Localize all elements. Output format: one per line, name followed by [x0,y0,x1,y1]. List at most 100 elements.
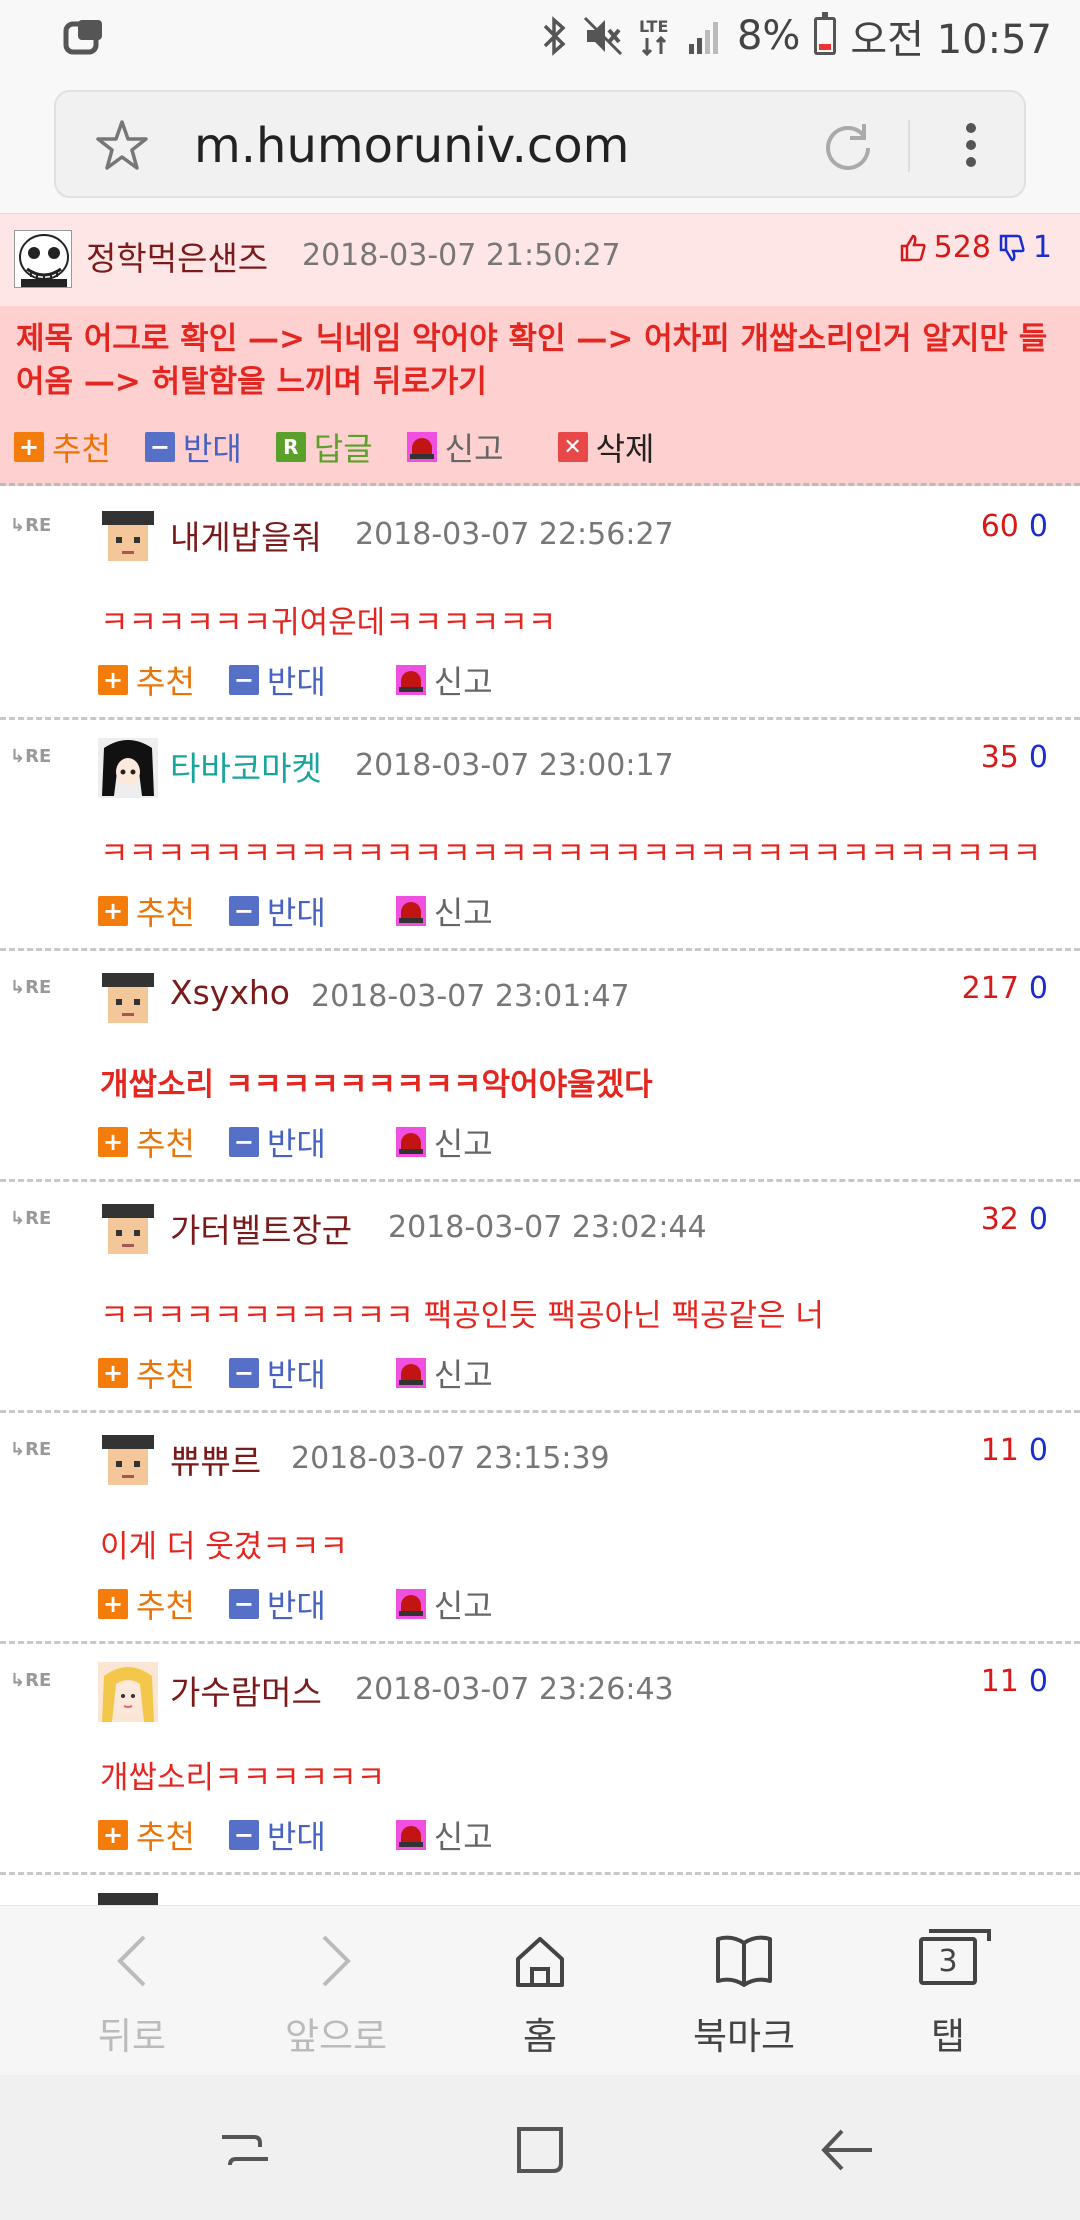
system-nav-bar [0,2075,1080,2220]
post-date: 2018-03-07 21:50:27 [302,238,621,273]
recommend-button[interactable]: + 추천 [14,424,111,470]
recent-apps-icon[interactable] [210,2115,280,2185]
recommend-button[interactable]: + 추천 [98,1581,195,1627]
comment-votes: 60 0 [980,509,1048,544]
comment-actions: + 추천 − 반대 신고 [98,657,527,703]
plus-icon: + [98,1127,128,1157]
post-votes: 528 1 [898,230,1052,265]
comment-avatar[interactable] [98,1200,158,1260]
thumbs-up-icon[interactable] [898,233,928,263]
nav-home-button[interactable]: 홈 [470,1926,610,2060]
post-body: 제목 어그로 확인 —> 닉네임 악어야 확인 —> 어차피 개쌉소리인거 알지… [0,306,1080,486]
home-square-icon[interactable] [505,2115,575,2185]
home-icon [470,1926,610,1996]
report-button[interactable]: 신고 [395,1812,493,1858]
bookmark-star-icon[interactable] [92,116,152,176]
comment-item: ↳RE 타바코마켓 2018-03-07 23:00:17 35 0 ㅋㅋㅋㅋㅋㅋ… [0,720,1080,951]
recommend-button[interactable]: + 추천 [98,657,195,703]
comment-author[interactable]: 내게밥을줘 [170,511,322,559]
comment-votes: 11 0 [980,1664,1048,1699]
mute-icon [583,16,623,56]
battery-icon [814,12,837,55]
comment-author[interactable]: 쀼쀼르 [170,1435,261,1483]
recommend-button[interactable]: + 추천 [98,1350,195,1396]
comment-votes: 11 0 [980,1433,1048,1468]
comment-avatar[interactable] [98,1662,158,1722]
report-button[interactable]: 신고 [395,1581,493,1627]
delete-button[interactable]: ✕ 삭제 [557,424,654,470]
bluetooth-icon [541,16,569,56]
siren-icon [395,1820,426,1850]
siren-icon [395,1358,426,1388]
comment-avatar[interactable] [98,507,158,567]
comment-author[interactable]: 가수람머스 [170,1666,322,1714]
post-header: 정학먹은샌즈 2018-03-07 21:50:27 528 1 [0,214,1080,306]
report-button[interactable]: 신고 [406,424,504,470]
chevron-left-icon [62,1926,202,1996]
minus-icon: − [228,1589,259,1619]
comment-author[interactable]: Xsyxho [170,973,290,1012]
nav-back-button[interactable]: 뒤로 [62,1926,202,2060]
svg-text:LTE: LTE [639,17,668,36]
oppose-button[interactable]: − 반대 [228,1581,326,1627]
comment-date: 2018-03-07 22:56:27 [355,517,674,552]
recommend-button[interactable]: + 추천 [98,1812,195,1858]
reply-button[interactable]: R 답글 [275,424,373,470]
nav-bookmarks-button[interactable]: 북마크 [674,1926,814,2060]
comment-actions: + 추천 − 반대 신고 [98,888,527,934]
nav-forward-button[interactable]: 앞으로 [266,1926,406,2060]
siren-icon [395,665,426,695]
close-icon: ✕ [557,432,588,462]
post-author[interactable]: 정학먹은샌즈 [86,232,268,280]
minus-icon: − [144,432,175,462]
comment-avatar[interactable] [98,1431,158,1491]
siren-icon [395,1127,426,1157]
url-text[interactable]: m.humoruniv.com [194,116,629,176]
recommend-button[interactable]: + 추천 [98,888,195,934]
comment-actions: + 추천 − 반대 신고 [98,1581,527,1627]
report-button[interactable]: 신고 [395,1119,493,1165]
oppose-button[interactable]: − 반대 [144,424,242,470]
battery-percent: 8% [736,13,801,59]
comment-date: 2018-03-07 23:00:17 [355,748,674,783]
address-bar[interactable]: m.humoruniv.com [54,90,1026,198]
post-author-avatar[interactable] [14,230,72,288]
reply-arrow-icon: ↳RE [10,515,52,536]
back-arrow-icon[interactable] [812,2115,882,2185]
comment-item: ↳RE Xsyxho 2018-03-07 23:01:47 217 0 개쌉소리… [0,951,1080,1182]
plus-icon: + [98,1820,128,1850]
comment-text: 이게 더 웃겼ㅋㅋㅋ [100,1529,348,1565]
browser-toolbar: m.humoruniv.com [0,72,1080,214]
oppose-button[interactable]: − 반대 [228,1812,326,1858]
report-button[interactable]: 신고 [395,888,493,934]
siren-icon [395,1589,426,1619]
oppose-button[interactable]: − 반대 [228,1350,326,1396]
comment-avatar[interactable] [98,969,158,1029]
app-notification-icon [62,18,106,58]
post-actions: + 추천 − 반대 R 답글 신고 ✕ 삭제 [14,424,688,470]
comment-item-partial [0,1875,1080,1905]
post-text: 제목 어그로 확인 —> 닉네임 악어야 확인 —> 어차피 개쌉소리인거 알지… [16,321,1048,400]
oppose-button[interactable]: − 반대 [228,657,326,703]
tabs-icon: 3 [878,1926,1018,1996]
reply-arrow-icon: ↳RE [10,746,52,767]
comment-author[interactable]: 타바코마켓 [170,742,322,790]
comment-item: ↳RE 가터벨트장군 2018-03-07 23:02:44 32 0 ㅋㅋㅋㅋㅋ… [0,1182,1080,1413]
report-button[interactable]: 신고 [395,1350,493,1396]
reload-icon[interactable] [818,116,878,176]
comment-date: 2018-03-07 23:02:44 [388,1210,707,1245]
oppose-button[interactable]: − 반대 [228,1119,326,1165]
minus-icon: − [228,1358,259,1388]
oppose-button[interactable]: − 반대 [228,888,326,934]
report-button[interactable]: 신고 [395,657,493,703]
comment-avatar[interactable] [98,738,158,798]
post-down-count: 1 [1032,230,1052,265]
book-icon [674,1926,814,1996]
thumbs-down-icon[interactable] [997,233,1027,263]
comment-text: ㅋㅋㅋㅋㅋㅋ귀여운데ㅋㅋㅋㅋㅋㅋ [100,605,557,641]
more-menu-icon[interactable] [956,116,986,176]
comment-author[interactable]: 가터벨트장군 [170,1204,352,1252]
recommend-button[interactable]: + 추천 [98,1119,195,1165]
plus-icon: + [98,896,128,926]
nav-tabs-button[interactable]: 3 탭 [878,1926,1018,2060]
